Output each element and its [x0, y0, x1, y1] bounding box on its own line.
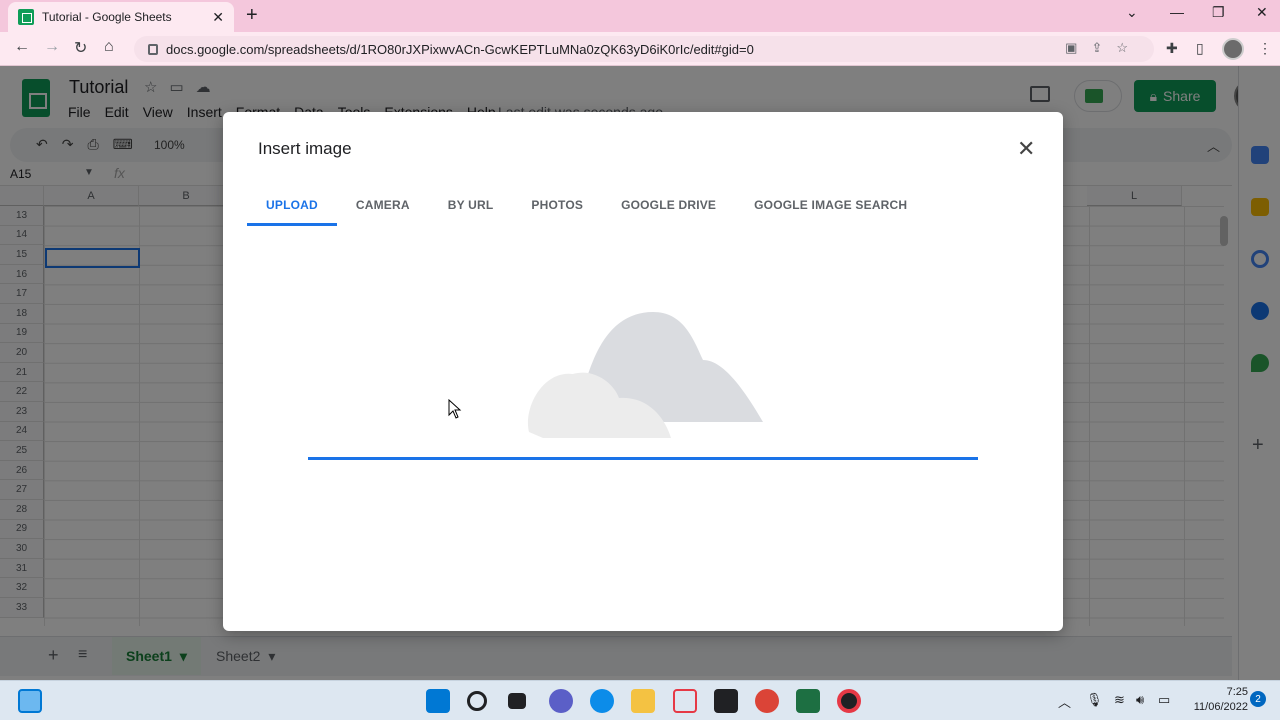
chevron-up-icon[interactable]: ︿	[1058, 692, 1071, 711]
tab-google-image-search[interactable]: GOOGLE IMAGE SEARCH	[735, 192, 926, 226]
tab-list-icon[interactable]: ⌄	[1126, 4, 1138, 21]
omnibox-action-icons[interactable]: ▣⇪☆	[1065, 40, 1142, 56]
teams-chat-icon[interactable]	[549, 689, 573, 713]
sheets-favicon-icon	[18, 9, 34, 25]
upload-progress-bar	[308, 457, 978, 460]
browser-toolbar: ← → ↻ ⌂ docs.google.com/spreadsheets/d/1…	[0, 32, 1280, 66]
tab-photos[interactable]: PHOTOS	[512, 192, 602, 226]
lock-icon	[148, 43, 158, 55]
tab-close-icon[interactable]: ✕	[212, 9, 224, 26]
wifi-icon[interactable]: ≋	[1114, 692, 1125, 708]
file-explorer-icon[interactable]	[631, 689, 655, 713]
extensions-icon[interactable]: ✚	[1166, 40, 1178, 57]
excel-icon[interactable]	[796, 689, 820, 713]
new-tab-button[interactable]: +	[246, 4, 258, 27]
tab-camera[interactable]: CAMERA	[337, 192, 429, 226]
insert-image-dialog: Insert image ✕ UPLOAD CAMERA BY URL PHOT…	[223, 112, 1063, 631]
clock-date: 11/06/2022	[1193, 701, 1248, 713]
microphone-icon[interactable]: 🎙︎	[1086, 692, 1103, 708]
edge-icon[interactable]	[590, 689, 614, 713]
tab-google-drive[interactable]: GOOGLE DRIVE	[602, 192, 735, 226]
tab-upload[interactable]: UPLOAD	[247, 192, 337, 226]
side-panel-icon[interactable]: ▯	[1196, 40, 1204, 57]
upload-cloud-icon	[523, 308, 767, 442]
windows-taskbar: ︿ 🎙︎ ≋ 🔊︎ ▭ 7:25 11/06/2022 2	[0, 680, 1280, 720]
battery-icon[interactable]: ▭	[1158, 692, 1170, 708]
address-bar[interactable]: docs.google.com/spreadsheets/d/1RO80rJXP…	[134, 36, 1154, 62]
back-icon[interactable]: ←	[14, 38, 30, 56]
tab-by-url[interactable]: BY URL	[429, 192, 513, 226]
windows-start-icon[interactable]	[426, 689, 450, 713]
dialog-title: Insert image	[258, 139, 352, 158]
recorder-icon[interactable]	[837, 689, 861, 713]
task-view-icon[interactable]	[508, 693, 526, 709]
sticky-notes-icon[interactable]	[714, 689, 738, 713]
mouse-cursor-icon	[448, 399, 462, 419]
clock-time: 7:25	[1226, 686, 1248, 698]
tab-title: Tutorial - Google Sheets	[42, 10, 172, 24]
browser-menu-icon[interactable]: ⋮	[1258, 40, 1272, 57]
home-icon[interactable]: ⌂	[104, 38, 114, 56]
browser-tab-strip: Tutorial - Google Sheets ✕ + ⌄ — ❐ ✕	[0, 0, 1280, 32]
system-clock[interactable]: 7:25 11/06/2022	[1186, 685, 1248, 715]
snipping-tool-icon[interactable]	[673, 689, 697, 713]
browser-profile-avatar[interactable]	[1222, 38, 1244, 60]
close-icon[interactable]: ✕	[1017, 136, 1035, 162]
browser-tab[interactable]: Tutorial - Google Sheets ✕	[8, 2, 234, 32]
restore-button[interactable]: ❐	[1212, 4, 1225, 21]
dialog-tabs: UPLOAD CAMERA BY URL PHOTOS GOOGLE DRIVE…	[247, 192, 926, 226]
search-icon[interactable]	[467, 691, 487, 711]
minimize-button[interactable]: —	[1170, 4, 1184, 20]
notification-badge[interactable]: 2	[1250, 691, 1266, 707]
forward-icon[interactable]: →	[44, 38, 60, 56]
url-text: docs.google.com/spreadsheets/d/1RO80rJXP…	[166, 41, 754, 57]
reload-icon[interactable]: ↻	[74, 38, 87, 58]
widgets-icon[interactable]	[18, 689, 42, 713]
chrome-icon[interactable]	[755, 689, 779, 713]
volume-icon[interactable]: 🔊︎	[1136, 692, 1144, 708]
window-close-button[interactable]: ✕	[1256, 4, 1268, 21]
